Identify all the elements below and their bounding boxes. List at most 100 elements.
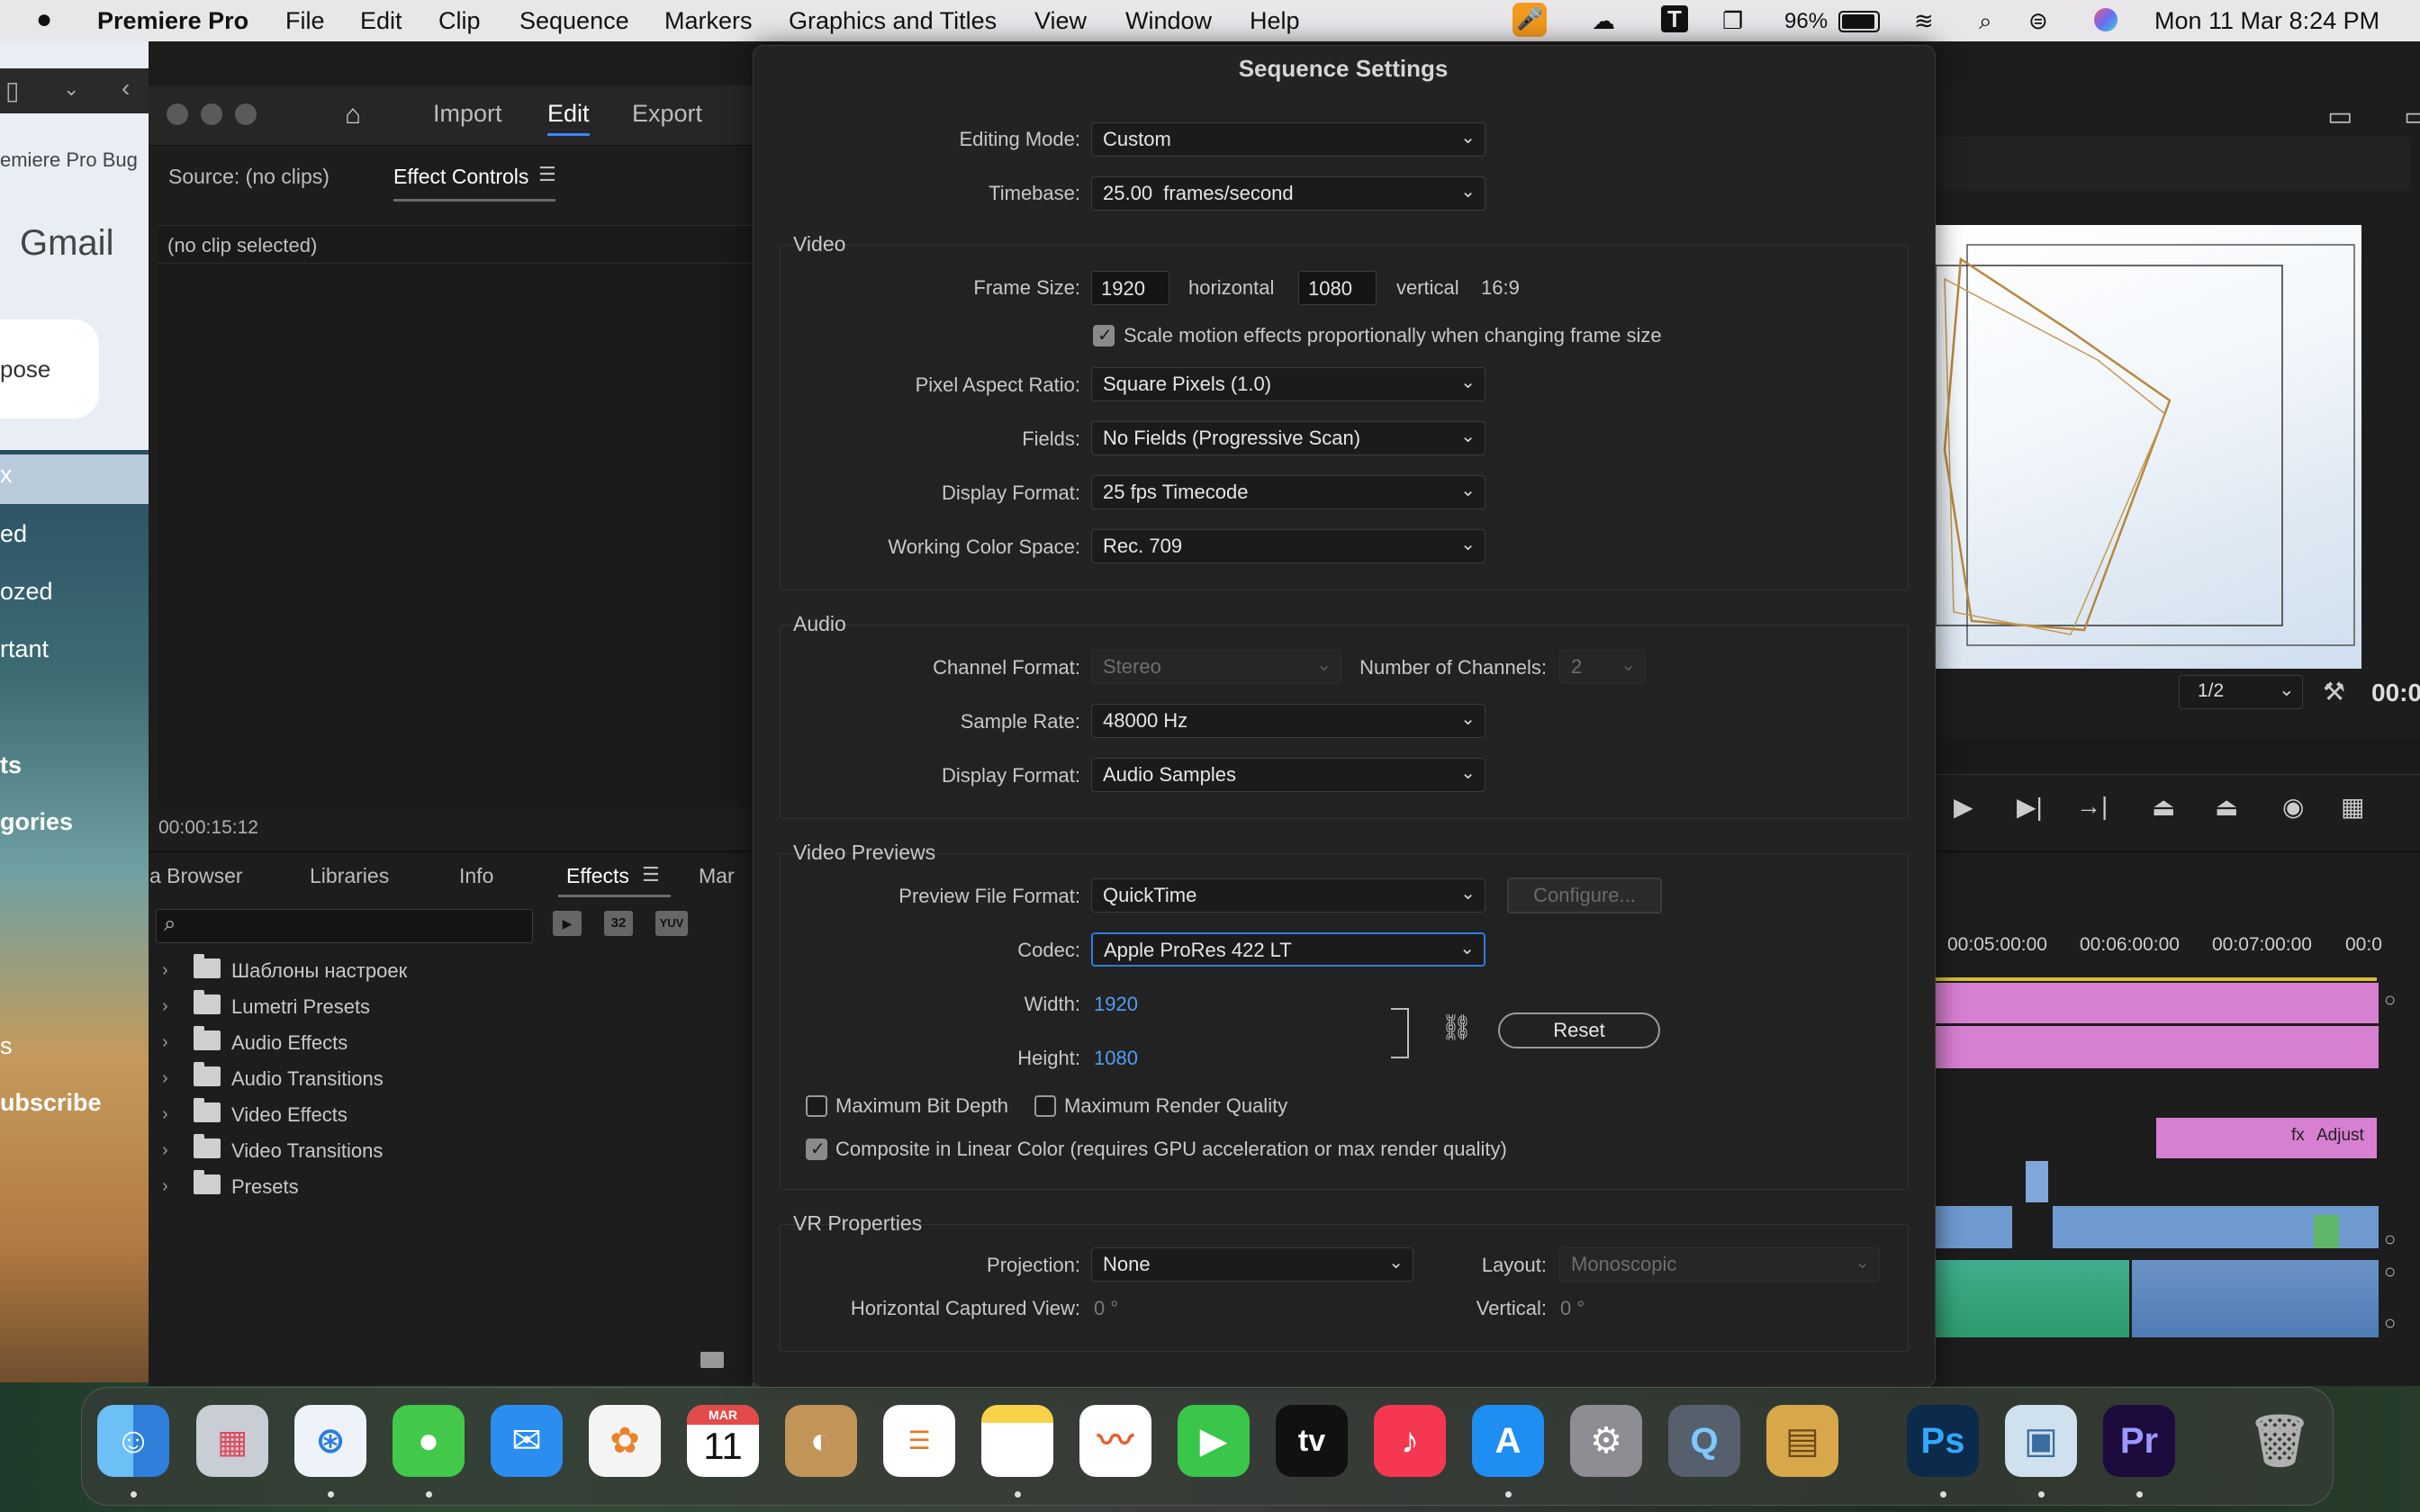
accelerated-effects-icon[interactable]: ▶ bbox=[553, 911, 582, 936]
app-store-icon[interactable]: A bbox=[1472, 1405, 1544, 1477]
timeline-clip-adjustment[interactable]: fx Adjust bbox=[2156, 1118, 2377, 1158]
clock[interactable]: Mon 11 Mar 8:24 PM bbox=[2154, 7, 2379, 35]
trash-icon[interactable]: 🗑 bbox=[2244, 1405, 2316, 1477]
fields-select[interactable]: No Fields (Progressive Scan) ⌄ bbox=[1091, 421, 1485, 455]
search-icon[interactable]: ⌕ bbox=[1979, 7, 1992, 36]
timeline-clip-video[interactable] bbox=[1936, 1206, 2379, 1248]
control-center-icon[interactable]: ⊜ bbox=[2028, 7, 2048, 35]
gmail-nav-subscribe[interactable]: ubscribe bbox=[0, 1089, 102, 1117]
frame-width-input[interactable]: 1920 bbox=[1091, 271, 1169, 305]
tab-export[interactable]: Export bbox=[632, 100, 702, 128]
work-area-bar[interactable] bbox=[1936, 977, 2377, 981]
menu-view[interactable]: View bbox=[1034, 7, 1087, 35]
tab-source[interactable]: Source: (no clips) bbox=[168, 165, 330, 189]
program-timecode[interactable]: 00:0 bbox=[2371, 679, 2420, 707]
composite-linear-checkbox[interactable] bbox=[806, 1138, 827, 1160]
effects-search-input[interactable]: ⌕ bbox=[156, 909, 533, 943]
color-space-select[interactable]: Rec. 709 ⌄ bbox=[1091, 529, 1485, 563]
menu-sequence[interactable]: Sequence bbox=[519, 7, 629, 35]
zoom-window-button[interactable] bbox=[235, 104, 257, 125]
yuv-effects-icon[interactable]: YUV bbox=[655, 911, 688, 936]
apple-menu-icon[interactable]: ● bbox=[36, 4, 52, 35]
compare-view-icon[interactable]: ▦ bbox=[2341, 792, 2364, 822]
effect-controls-timecode[interactable]: 00:00:15:12 bbox=[158, 817, 258, 839]
tab-info[interactable]: Info bbox=[459, 864, 493, 888]
max-render-quality-checkbox[interactable] bbox=[1034, 1095, 1056, 1117]
preview-width-value[interactable]: 1920 bbox=[1094, 993, 1138, 1016]
panel-menu-icon[interactable]: ☰ bbox=[538, 163, 556, 186]
notes-icon[interactable] bbox=[981, 1405, 1053, 1477]
launchpad-icon[interactable]: ▦ bbox=[196, 1405, 268, 1477]
audio-display-format-select[interactable]: Audio Samples ⌄ bbox=[1091, 758, 1485, 792]
tab-libraries[interactable]: Libraries bbox=[310, 864, 389, 888]
link-icon[interactable]: ⛓ bbox=[1440, 1012, 1473, 1042]
photos-icon[interactable]: ✿ bbox=[589, 1405, 661, 1477]
gmail-nav-inbox[interactable]: x bbox=[0, 461, 13, 489]
gmail-nav-snoozed[interactable]: ozed bbox=[0, 578, 53, 606]
tab-media-browser[interactable]: a Browser bbox=[149, 864, 243, 888]
battery-icon[interactable] bbox=[1838, 11, 1880, 32]
wrench-icon[interactable]: ⚒ bbox=[2323, 677, 2345, 706]
windows-icon[interactable]: ❐ bbox=[1722, 7, 1743, 35]
channels-select[interactable]: 2 ⌄ bbox=[1559, 650, 1646, 684]
compose-button[interactable]: pose bbox=[0, 320, 99, 418]
frame-height-input[interactable]: 1080 bbox=[1298, 271, 1377, 305]
text-tool-icon[interactable]: T bbox=[1661, 5, 1688, 32]
configure-button[interactable]: Configure... bbox=[1507, 878, 1662, 914]
calendar-icon[interactable]: MAR 11 bbox=[687, 1405, 759, 1477]
scroll-handle-icon[interactable]: ○ bbox=[2384, 1311, 2396, 1335]
facetime-icon[interactable]: ▶ bbox=[1178, 1405, 1250, 1477]
timebase-select[interactable]: 25.00 frames/second ⌄ bbox=[1091, 176, 1485, 211]
menu-help[interactable]: Help bbox=[1250, 7, 1300, 35]
gmail-nav-labels[interactable]: s bbox=[0, 1032, 13, 1060]
timeline-audio-clip[interactable] bbox=[2132, 1260, 2379, 1337]
vr-vertical-value[interactable]: 0 ° bbox=[1560, 1297, 1585, 1320]
panel-layout-icon-2[interactable]: ▭ bbox=[2404, 101, 2420, 132]
photoshop-icon[interactable]: Ps bbox=[1907, 1405, 1979, 1477]
safari-icon[interactable]: ⊛ bbox=[294, 1405, 366, 1477]
menu-edit[interactable]: Edit bbox=[360, 7, 402, 35]
play-icon[interactable]: ▶ bbox=[1954, 792, 1973, 822]
chevron-down-icon[interactable]: ⌄ bbox=[63, 77, 79, 101]
messages-icon[interactable]: ● bbox=[393, 1405, 465, 1477]
contacts-icon[interactable]: ◐ bbox=[785, 1405, 857, 1477]
scale-motion-checkbox[interactable] bbox=[1093, 324, 1115, 346]
scroll-handle-icon[interactable]: ○ bbox=[2384, 988, 2396, 1012]
tab-markers[interactable]: Mar bbox=[699, 864, 735, 888]
menu-markers[interactable]: Markers bbox=[664, 7, 753, 35]
tab-edit[interactable]: Edit bbox=[547, 100, 590, 136]
music-icon[interactable]: ♪ bbox=[1374, 1405, 1446, 1477]
tab-effects[interactable]: Effects bbox=[566, 864, 629, 888]
pixel-aspect-select[interactable]: Square Pixels (1.0) ⌄ bbox=[1091, 367, 1485, 401]
tab-effect-controls[interactable]: Effect Controls bbox=[393, 165, 528, 189]
sample-rate-select[interactable]: 48000 Hz ⌄ bbox=[1091, 704, 1485, 738]
video-display-format-select[interactable]: 25 fps Timecode ⌄ bbox=[1091, 475, 1485, 509]
tab-import[interactable]: Import bbox=[433, 100, 502, 128]
timeline-clip[interactable] bbox=[2314, 1215, 2339, 1248]
timeline-clip[interactable] bbox=[2026, 1161, 2048, 1202]
preview-height-value[interactable]: 1080 bbox=[1094, 1047, 1138, 1070]
quicktime-icon[interactable]: Q bbox=[1668, 1405, 1740, 1477]
archive-utility-icon[interactable]: ▤ bbox=[1766, 1405, 1838, 1477]
microphone-icon[interactable]: 🎤 bbox=[1512, 3, 1547, 37]
lift-icon[interactable]: ⏏ bbox=[2152, 792, 2175, 822]
home-icon[interactable]: ⌂ bbox=[345, 100, 361, 130]
close-window-button[interactable] bbox=[167, 104, 188, 125]
premiere-pro-icon[interactable]: Pr bbox=[2103, 1405, 2175, 1477]
go-to-out-icon[interactable]: →| bbox=[2076, 792, 2108, 821]
export-frame-icon[interactable]: ◉ bbox=[2282, 792, 2304, 822]
siri-icon[interactable] bbox=[2094, 8, 2118, 32]
reminders-icon[interactable]: ☰ bbox=[883, 1405, 955, 1477]
step-forward-icon[interactable]: ▶| bbox=[2017, 792, 2043, 822]
timeline-audio-clip[interactable] bbox=[1936, 1260, 2129, 1337]
mail-icon[interactable]: ✉ bbox=[491, 1405, 563, 1477]
wifi-icon[interactable]: ≋ bbox=[1914, 7, 1934, 35]
panel-layout-icon[interactable]: ▭ bbox=[2327, 101, 2352, 132]
scroll-handle-icon[interactable]: ○ bbox=[2384, 1228, 2396, 1251]
menu-graphics-and-titles[interactable]: Graphics and Titles bbox=[789, 7, 997, 35]
layout-select[interactable]: Monoscopic ⌄ bbox=[1559, 1247, 1880, 1282]
zoom-select[interactable]: 1/2 ⌄ bbox=[2179, 675, 2303, 709]
codec-select[interactable]: Apple ProRes 422 LT ⌄ bbox=[1091, 932, 1485, 967]
horizontal-captured-view-value[interactable]: 0 ° bbox=[1094, 1297, 1118, 1320]
minimize-window-button[interactable] bbox=[201, 104, 222, 125]
